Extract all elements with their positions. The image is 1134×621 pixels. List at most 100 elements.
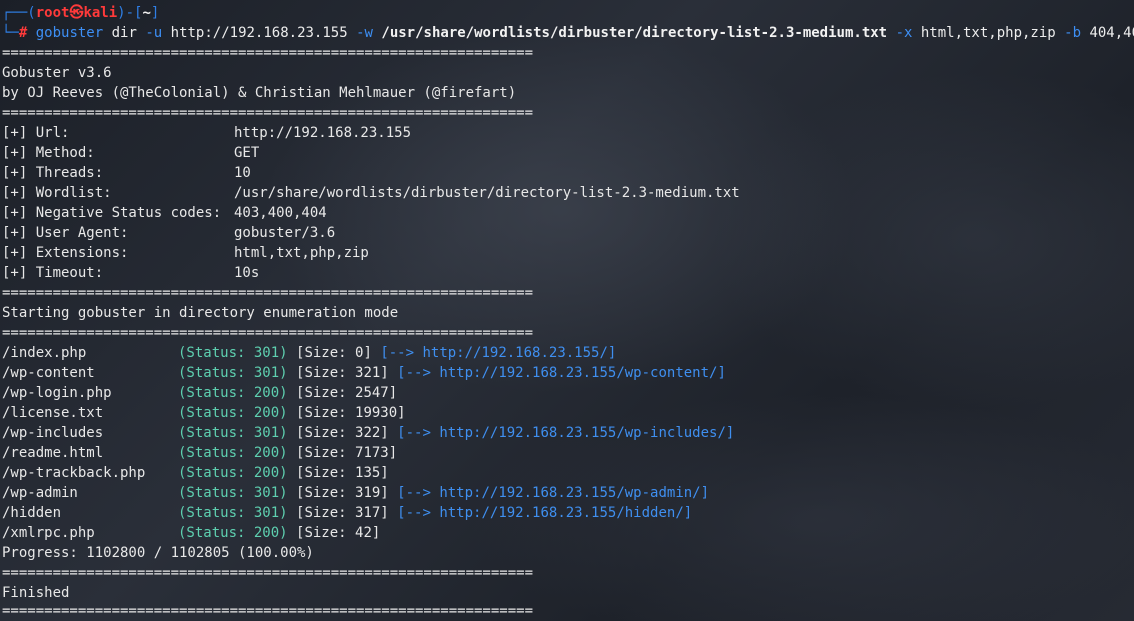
config-label: [+] Extensions: (2, 245, 129, 261)
banner-authors: by OJ Reeves (@TheColonial) & Christian … (2, 85, 517, 101)
config-row: [+] User Agent: gobuster/3.6 (2, 223, 335, 243)
result-size: [Size: 135] (296, 465, 389, 481)
result-size: [Size: 319] (296, 485, 389, 501)
result-path: /wp-trackback.php (2, 465, 146, 481)
separator: ========================================… (2, 45, 534, 61)
config-value: GET (234, 145, 260, 161)
result-row: /wp-includes (Status: 301) [Size: 322] [-… (2, 423, 734, 443)
config-label: [+] Wordlist: (2, 185, 112, 201)
command-flag-b: -b (1064, 25, 1082, 41)
config-value: /usr/share/wordlists/dirbuster/directory… (234, 185, 740, 201)
result-row: /wp-login.php (Status: 200) [Size: 2547] (2, 383, 397, 403)
config-value: 403,400,404 (234, 205, 327, 221)
start-message: Starting gobuster in directory enumerati… (2, 305, 399, 321)
config-label: [+] Threads: (2, 165, 104, 181)
result-size: [Size: 0] (296, 345, 372, 361)
result-status: (Status: 301) (178, 485, 288, 501)
config-label: [+] Url: (2, 125, 70, 141)
prompt-host: kali (83, 5, 118, 21)
config-label: [+] User Agent: (2, 225, 129, 241)
result-path: /wp-content (2, 365, 95, 381)
command-wordlist: /usr/share/wordlists/dirbuster/directory… (381, 25, 888, 41)
config-row: [+] Wordlist: /usr/share/wordlists/dirbus… (2, 183, 740, 203)
result-row: /xmlrpc.php (Status: 200) [Size: 42] (2, 523, 380, 543)
result-status: (Status: 200) (178, 465, 288, 481)
result-row: /wp-admin (Status: 301) [Size: 319] [--> … (2, 483, 709, 503)
separator: ========================================… (2, 285, 534, 301)
result-path: /index.php (2, 345, 87, 361)
result-status: (Status: 301) (178, 505, 288, 521)
result-status: (Status: 301) (178, 345, 288, 361)
command-flag-w: -w (356, 25, 373, 41)
command-flag-x: -x (895, 25, 913, 41)
result-path: /wp-includes (2, 425, 104, 441)
prompt-hash: # (18, 25, 28, 41)
result-path: /wp-admin (2, 485, 78, 501)
config-row: [+] Url: http://192.168.23.155 (2, 123, 411, 143)
separator: ========================================… (2, 325, 534, 341)
config-value: 10 (234, 165, 251, 181)
config-label: [+] Negative Status codes: (2, 205, 222, 221)
config-row: [+] Threads: 10 (2, 163, 251, 183)
command-url: http://192.168.23.155 (170, 25, 348, 41)
result-row: /license.txt (Status: 200) [Size: 19930] (2, 403, 406, 423)
result-path: /xmlrpc.php (2, 525, 95, 541)
result-size: [Size: 317] (296, 505, 389, 521)
banner-title: Gobuster v3.6 (2, 65, 112, 81)
config-value: html,txt,php,zip (234, 245, 369, 261)
separator: ========================================… (2, 603, 534, 619)
result-size: [Size: 2547] (296, 385, 398, 401)
command-flag-u: -u (145, 25, 163, 41)
finished-message: Finished (2, 585, 70, 601)
config-row: [+] Negative Status codes: 403,400,404 (2, 203, 327, 223)
result-path: /license.txt (2, 405, 104, 421)
result-row: /hidden (Status: 301) [Size: 317] [--> ht… (2, 503, 692, 523)
prompt-line: ┌──(root㉿kali)-[~] (2, 3, 159, 23)
result-size: [Size: 322] (296, 425, 389, 441)
prompt-bracket-mid: )-[ (117, 5, 143, 21)
result-row: /wp-content (Status: 301) [Size: 321] [--… (2, 363, 726, 383)
result-redirect-link[interactable]: [--> http://192.168.23.155/wp-content/] (397, 365, 726, 381)
result-redirect-link[interactable]: [--> http://192.168.23.155/wp-includes/] (397, 425, 734, 441)
command-mode: dir (111, 25, 137, 41)
result-redirect-link[interactable]: [--> http://192.168.23.155/hidden/] (397, 505, 692, 521)
command-blacklist: 404,403,400 (1089, 25, 1134, 41)
result-status: (Status: 301) (178, 365, 288, 381)
command-extensions: html,txt,php,zip (920, 25, 1056, 41)
config-value: 10s (234, 265, 260, 281)
config-label: [+] Timeout: (2, 265, 104, 281)
terminal-window[interactable]: ┌──(root㉿kali)-[~] └─# gobuster dir -u h… (0, 0, 1134, 621)
config-row: [+] Timeout: 10s (2, 263, 259, 283)
command-program: gobuster (35, 25, 104, 41)
config-row: [+] Extensions: html,txt,php,zip (2, 243, 369, 263)
result-status: (Status: 200) (178, 385, 288, 401)
result-row: /wp-trackback.php (Status: 200) [Size: 13… (2, 463, 389, 483)
prompt-user: root (35, 5, 70, 21)
result-path: /readme.html (2, 445, 104, 461)
result-redirect-link[interactable]: [--> http://192.168.23.155/wp-admin/] (397, 485, 709, 501)
result-size: [Size: 7173] (296, 445, 398, 461)
separator: ========================================… (2, 105, 534, 121)
result-size: [Size: 42] (296, 525, 381, 541)
result-row: /readme.html (Status: 200) [Size: 7173] (2, 443, 397, 463)
result-path: /hidden (2, 505, 62, 521)
config-value: http://192.168.23.155 (234, 125, 412, 141)
separator: ========================================… (2, 565, 534, 581)
prompt-at-symbol: ㉿ (69, 5, 84, 21)
config-label: [+] Method: (2, 145, 95, 161)
command-line[interactable]: └─# gobuster dir -u http://192.168.23.15… (2, 23, 1134, 43)
result-size: [Size: 321] (296, 365, 389, 381)
result-redirect-link[interactable]: [--> http://192.168.23.155/] (380, 345, 616, 361)
result-status: (Status: 301) (178, 425, 288, 441)
result-status: (Status: 200) (178, 405, 288, 421)
prompt-bracket-end: ] (150, 5, 160, 21)
result-status: (Status: 200) (178, 445, 288, 461)
result-path: /wp-login.php (2, 385, 112, 401)
result-size: [Size: 19930] (296, 405, 406, 421)
config-row: [+] Method: GET (2, 143, 259, 163)
prompt-frame-top: ┌──( (2, 5, 36, 21)
progress-line: Progress: 1102800 / 1102805 (100.00%) (2, 545, 314, 561)
config-value: gobuster/3.6 (234, 225, 336, 241)
result-status: (Status: 200) (178, 525, 288, 541)
result-row: /index.php (Status: 301) [Size: 0] [--> h… (2, 343, 616, 363)
